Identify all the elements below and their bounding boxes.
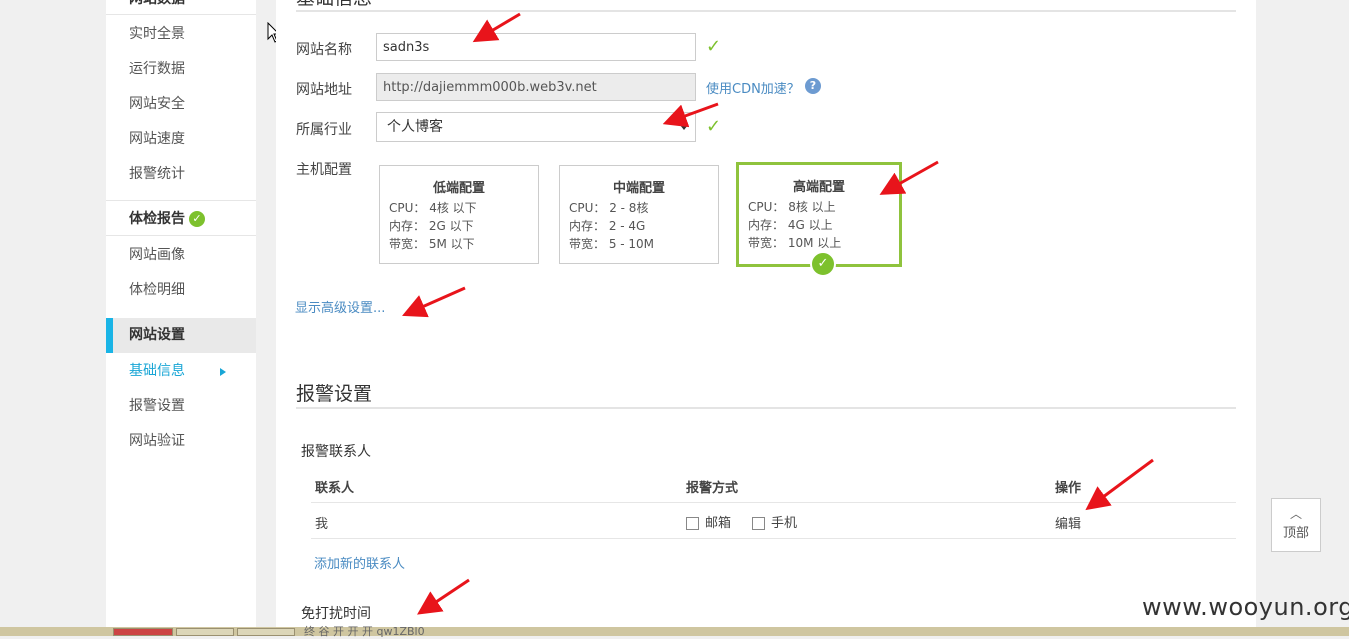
sidebar-item-alert-settings[interactable]: 报警设置	[106, 389, 256, 424]
sidebar-head-settings-label: 网站设置	[129, 327, 185, 343]
caret-right-icon	[220, 368, 226, 376]
phone-checkbox[interactable]	[752, 517, 765, 530]
sidebar-item-basic-info-label: 基础信息	[129, 363, 185, 379]
phone-checkbox-group[interactable]: 手机	[752, 512, 797, 531]
site-url-label: 网站地址	[296, 82, 352, 98]
email-label: 邮箱	[705, 516, 732, 531]
host-config-memory: 内存： 2 - 4G	[569, 219, 646, 233]
sidebar-item-alert-stats[interactable]: 报警统计	[106, 157, 256, 192]
column-header-action: 操作	[1055, 481, 1082, 496]
sidebar-head-settings[interactable]: 网站设置	[106, 318, 256, 353]
host-config-memory: 内存： 2G 以下	[389, 219, 474, 233]
host-config-label: 主机配置	[296, 162, 352, 178]
watermark: www.wooyun.org	[1142, 593, 1349, 621]
check-icon: ✓	[706, 116, 722, 137]
section-divider	[296, 407, 1236, 409]
host-config-cpu: CPU： 4核 以下	[389, 201, 477, 215]
back-to-top-label: 顶部	[1282, 526, 1309, 541]
host-config-card-high[interactable]: 高端配置 CPU： 8核 以上 内存： 4G 以上 带宽： 10M 以上 ✓	[736, 162, 902, 277]
chevron-down-icon	[680, 125, 688, 130]
site-url-input	[376, 73, 696, 101]
add-contact-link[interactable]: 添加新的联系人	[314, 553, 405, 572]
taskbar-button[interactable]	[113, 628, 173, 636]
taskbar: 终 谷 开 开 开 qw1ZBl0	[0, 625, 1349, 638]
quiet-time-title: 免打扰时间	[301, 606, 371, 622]
sidebar-item-site-verify[interactable]: 网站验证	[106, 424, 256, 459]
host-config-memory: 内存： 4G 以上	[748, 218, 833, 232]
host-config-bandwidth: 带宽： 10M 以上	[748, 236, 842, 250]
active-indicator	[106, 318, 113, 353]
host-config-card-low[interactable]: 低端配置 CPU： 4核 以下 内存： 2G 以下 带宽： 5M 以下	[379, 165, 539, 264]
sidebar-item-realtime[interactable]: 实时全景	[106, 17, 256, 52]
email-checkbox[interactable]	[686, 517, 699, 530]
column-header-contact: 联系人	[315, 481, 355, 496]
help-icon[interactable]: ?	[805, 78, 821, 94]
table-divider	[311, 502, 1236, 503]
back-to-top-button[interactable]: ︿ 顶部	[1271, 498, 1321, 552]
sidebar-head-report[interactable]: 体检报告 ✓	[106, 202, 256, 237]
host-config-cpu: CPU： 2 - 8核	[569, 201, 649, 215]
check-circle-icon: ✓	[189, 211, 205, 227]
host-config-title: 高端配置	[792, 180, 845, 195]
taskbar-button[interactable]	[237, 628, 295, 636]
section-divider	[296, 10, 1236, 12]
edit-contact-link[interactable]: 编辑	[1055, 513, 1081, 532]
selected-check-icon: ✓	[810, 251, 836, 277]
host-config-title: 低端配置	[432, 181, 485, 196]
contact-name: 我	[315, 517, 329, 532]
industry-select-value: 个人博客	[387, 119, 443, 135]
site-name-input[interactable]	[376, 33, 696, 61]
table-divider	[311, 538, 1236, 539]
show-advanced-link[interactable]: 显示高级设置...	[295, 297, 385, 316]
basic-info-title: 基础信息	[296, 0, 372, 10]
chevron-up-icon: ︿	[1289, 507, 1302, 521]
sidebar-item-basic-info[interactable]: 基础信息	[106, 354, 256, 389]
phone-label: 手机	[771, 516, 798, 531]
industry-label: 所属行业	[296, 122, 352, 138]
taskbar-text: 终 谷 开 开 开 qw1ZBl0	[304, 625, 425, 638]
alert-settings-title: 报警设置	[296, 383, 373, 405]
sidebar-item-speed[interactable]: 网站速度	[106, 122, 256, 157]
sidebar-divider	[106, 200, 256, 201]
sidebar-item-runtime[interactable]: 运行数据	[106, 52, 256, 87]
sidebar-divider	[106, 235, 256, 236]
sidebar: 网站数据 实时全景 运行数据 网站安全 网站速度 报警统计 体检报告✓ 网站画像…	[106, 0, 256, 636]
host-config-bandwidth: 带宽： 5M 以下	[389, 237, 475, 251]
host-config-title: 中端配置	[612, 181, 665, 196]
sidebar-head-report-label: 体检报告	[129, 211, 185, 227]
check-icon: ✓	[706, 36, 722, 57]
host-config-cpu: CPU： 8核 以上	[748, 200, 836, 214]
sidebar-divider	[106, 14, 256, 15]
industry-select[interactable]: 个人博客	[376, 112, 696, 142]
email-checkbox-group[interactable]: 邮箱	[686, 512, 731, 531]
column-header-method: 报警方式	[686, 481, 739, 496]
site-name-label: 网站名称	[296, 42, 352, 58]
sidebar-item-checkup-detail[interactable]: 体检明细	[106, 273, 256, 308]
use-cdn-link[interactable]: 使用CDN加速？	[706, 78, 800, 97]
alert-contacts-title: 报警联系人	[301, 444, 371, 460]
main-panel: 基础信息 网站名称 ✓ 网站地址 使用CDN加速？ ? 所属行业 个人博客 ✓ …	[276, 0, 1256, 636]
sidebar-item-security[interactable]: 网站安全	[106, 87, 256, 122]
sidebar-item-profile[interactable]: 网站画像	[106, 238, 256, 273]
host-config-bandwidth: 带宽： 5 - 10M	[569, 237, 655, 251]
taskbar-button[interactable]	[176, 628, 234, 636]
host-config-card-mid[interactable]: 中端配置 CPU： 2 - 8核 内存： 2 - 4G 带宽： 5 - 10M	[559, 165, 719, 264]
